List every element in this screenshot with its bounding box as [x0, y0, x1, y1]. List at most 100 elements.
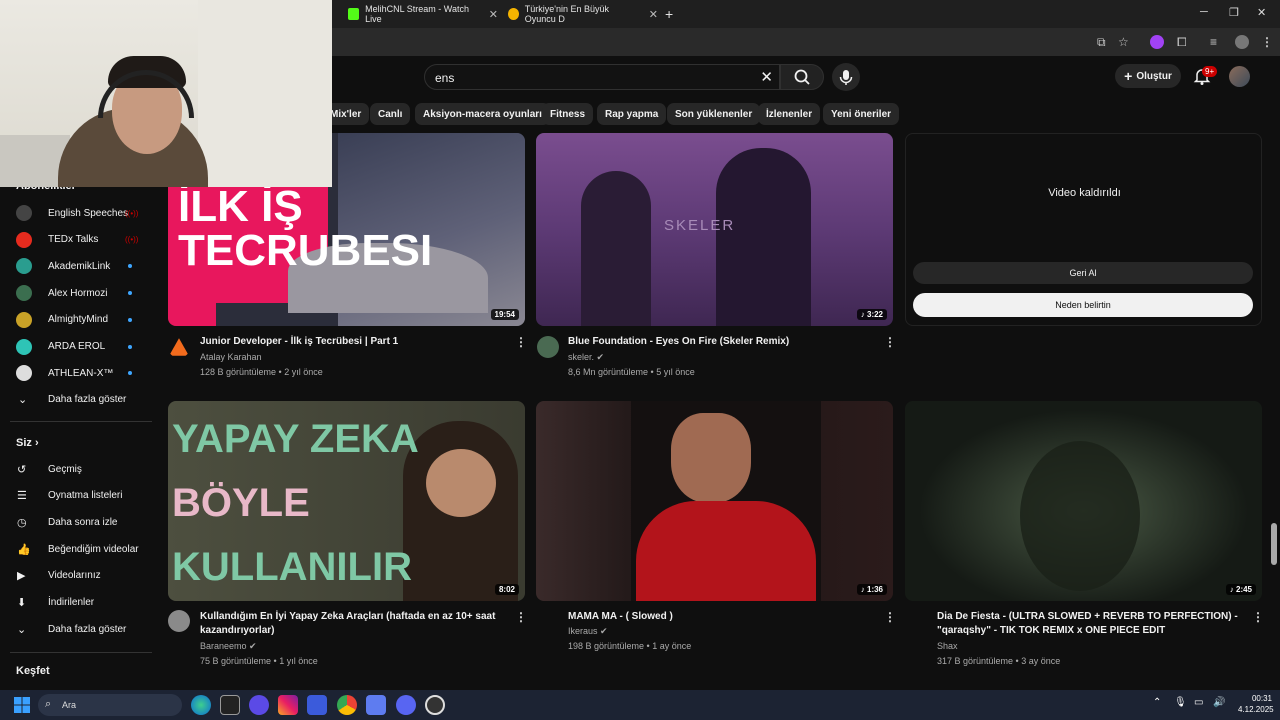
discord-icon[interactable]	[396, 695, 416, 715]
more-actions-icon[interactable]: ⋮	[1252, 610, 1264, 624]
sidebar-item-chevron-down[interactable]: ⌄ Daha fazla göster	[0, 616, 155, 642]
sidebar-subscription-item[interactable]: TEDx Talks ((•))	[0, 227, 155, 253]
sidebar-item-history[interactable]: ↺ Geçmiş	[0, 456, 155, 482]
microphone-icon[interactable]: 🎙	[1174, 697, 1187, 708]
extension-icon[interactable]	[1150, 35, 1164, 49]
video-duration: ♪ 1:36	[856, 584, 887, 595]
sidebar-subscription-item[interactable]: ARDA EROL	[0, 334, 155, 360]
video-title[interactable]: Junior Developer - İlk iş Tecrübesi | Pa…	[200, 335, 500, 349]
tab-search-icon[interactable]: ≡	[1210, 35, 1217, 49]
app-icon[interactable]	[307, 695, 327, 715]
chrome-icon[interactable]	[337, 695, 357, 715]
sidebar-item-playlists[interactable]: ☰ Oynatma listeleri	[0, 483, 155, 509]
sidebar-subscription-item[interactable]: English Speeches ((•))	[0, 200, 155, 226]
browser-menu-icon[interactable]: ⋮	[1261, 35, 1273, 49]
account-avatar[interactable]	[1229, 66, 1250, 87]
edge-icon[interactable]	[191, 695, 211, 715]
sidebar-subscription-item[interactable]: ATHLEAN-X™	[0, 360, 155, 386]
tell-us-why-button[interactable]: Neden belirtin	[913, 293, 1253, 317]
channel-avatar[interactable]	[168, 610, 190, 632]
new-tab-button[interactable]: +	[665, 4, 673, 24]
video-title[interactable]: MAMA MA - ( Slowed )	[568, 610, 868, 624]
video-thumbnail[interactable]: SKELER ♪ 3:22	[536, 133, 893, 326]
subs-show-more[interactable]: ⌄ Daha fazla göster	[0, 386, 155, 412]
video-duration: 8:02	[494, 584, 519, 595]
sidebar-subscription-item[interactable]: AkademikLink	[0, 253, 155, 279]
sidebar-item-your-videos[interactable]: ▶ Videolarınız	[0, 563, 155, 589]
subscription-label: ARDA EROL	[48, 341, 106, 352]
more-actions-icon[interactable]: ⋮	[515, 335, 527, 349]
channel-name[interactable]: Ikeraus ✔	[568, 626, 608, 637]
channel-name[interactable]: Shax	[937, 641, 958, 651]
taskbar-search[interactable]: ⌕ Ara	[38, 694, 182, 716]
webcam-overlay	[0, 0, 332, 187]
history-icon: ↺	[17, 463, 27, 476]
chip-izlenenler[interactable]: İzlenenler	[758, 103, 821, 125]
channel-avatar[interactable]	[169, 338, 189, 356]
chip-yeni-oneriler[interactable]: Yeni öneriler	[823, 103, 900, 125]
video-title[interactable]: Dia De Fiesta - (ULTRA SLOWED + REVERB T…	[937, 610, 1247, 638]
sidebar-item-watch-later[interactable]: ◷ Daha sonra izle	[0, 509, 155, 535]
channel-name[interactable]: Baraneemo ✔	[200, 641, 257, 652]
video-thumbnail[interactable]: ♪ 1:36	[536, 401, 893, 601]
live-icon: ((•))	[125, 208, 139, 218]
more-actions-icon[interactable]: ⋮	[515, 610, 527, 624]
clear-search-icon[interactable]: ✕	[760, 68, 773, 86]
channel-avatar	[16, 338, 32, 355]
search-input[interactable]: ens ✕	[424, 64, 780, 90]
channel-name[interactable]: skeler. ✔	[568, 352, 604, 363]
extensions-puzzle-icon[interactable]: ⧠	[1177, 35, 1187, 50]
sidebar-item-downloads[interactable]: ⬇ İndirilenler	[0, 590, 155, 616]
x-app-icon[interactable]	[220, 695, 240, 715]
page-scrollbar[interactable]	[1271, 523, 1277, 565]
instagram-icon[interactable]	[278, 695, 298, 715]
profile-icon[interactable]	[1235, 35, 1249, 49]
channel-avatar	[16, 258, 32, 275]
subscription-label: AlmightyMind	[48, 314, 109, 326]
close-window-button[interactable]: ✕	[1257, 6, 1266, 19]
search-button[interactable]	[780, 64, 824, 90]
channel-name[interactable]: Atalay Karahan	[200, 352, 262, 362]
channel-avatar[interactable]	[537, 336, 559, 358]
explore-heading: Keşfet	[16, 665, 50, 677]
volume-icon[interactable]: 🔊	[1213, 697, 1225, 708]
bookmark-star-icon[interactable]: ☆	[1118, 35, 1129, 49]
chip-rap-yapma[interactable]: Rap yapma	[597, 103, 667, 125]
chip-aksiyon-macera[interactable]: Aksiyon-macera oyunları	[415, 103, 550, 125]
create-button[interactable]: + Oluştur	[1115, 64, 1181, 88]
taskbar-clock[interactable]: 00:31 4.12.2025	[1238, 693, 1274, 715]
video-title[interactable]: Kullandığım En İyi Yapay Zeka Araçları (…	[200, 610, 510, 638]
sidebar-subscription-item[interactable]: Alex Hormozi	[0, 280, 155, 306]
minimize-window-button[interactable]: ─	[1200, 6, 1208, 18]
chip-son-yuklenenler[interactable]: Son yüklenenler	[667, 103, 761, 125]
sidebar-subscription-item[interactable]: AlmightyMind	[0, 307, 155, 333]
tab-title: Türkiye'nin En Büyük Oyuncu D	[524, 4, 610, 24]
more-actions-icon[interactable]: ⋮	[884, 610, 896, 624]
tab-title: MelihCNL Stream - Watch Live	[365, 4, 469, 24]
subscription-label: ATHLEAN-X™	[48, 367, 114, 379]
voice-search-button[interactable]	[832, 63, 860, 91]
chip-fitness[interactable]: Fitness	[542, 103, 594, 125]
browser-tab-oyuncu[interactable]: Türkiye'nin En Büyük Oyuncu D ✕	[508, 4, 658, 24]
close-tab-icon[interactable]: ✕	[649, 8, 658, 21]
app-icon[interactable]	[366, 695, 386, 715]
install-app-icon[interactable]: ⧉	[1097, 35, 1106, 50]
video-title[interactable]: Blue Foundation - Eyes On Fire (Skeler R…	[568, 335, 868, 349]
more-actions-icon[interactable]: ⋮	[884, 335, 896, 349]
video-thumbnail[interactable]: ♪ 2:45	[905, 401, 1262, 601]
browser-tab-melihcnl[interactable]: MelihCNL Stream - Watch Live ✕	[348, 4, 498, 24]
chip-canli[interactable]: Canlı	[370, 103, 411, 125]
create-label: Oluştur	[1136, 70, 1172, 82]
video-thumbnail[interactable]: YAPAY ZEKA BÖYLE KULLANILIR 8:02	[168, 401, 525, 601]
windows-start-icon[interactable]	[12, 695, 32, 715]
app-icon[interactable]	[249, 695, 269, 715]
undo-button[interactable]: Geri Al	[913, 262, 1253, 284]
close-tab-icon[interactable]: ✕	[489, 8, 498, 21]
steam-icon[interactable]	[425, 695, 445, 715]
sidebar-item-liked-videos[interactable]: 👍 Beğendiğim videolar	[0, 536, 155, 562]
you-heading[interactable]: Siz ›	[16, 437, 39, 449]
chevron-up-icon[interactable]: ⌃	[1153, 697, 1161, 708]
subscription-label: AkademikLink	[48, 260, 111, 272]
network-icon[interactable]: ▭	[1194, 697, 1203, 708]
restore-window-button[interactable]: ❐	[1229, 6, 1239, 19]
